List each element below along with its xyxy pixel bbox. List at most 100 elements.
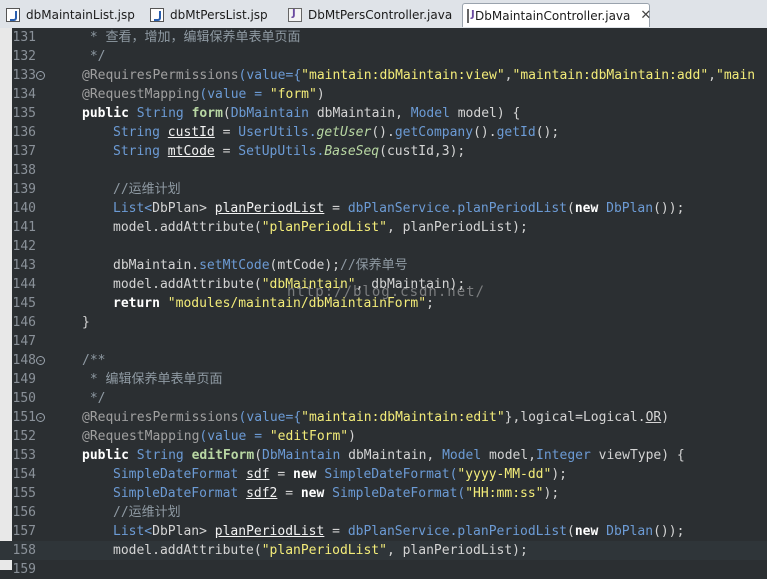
code-line[interactable]: 131 * 查看，增加，编辑保养单表单页面 (0, 28, 767, 47)
code-line[interactable]: 146 } (0, 313, 767, 332)
string-literal: "HH:mm:ss" (465, 486, 544, 501)
code-line[interactable]: 155 SimpleDateFormat sdf2 = new SimpleDa… (0, 484, 767, 503)
line-number: 138 (12, 163, 36, 178)
blog-watermark: http://blog.csdn.net/ (287, 284, 486, 300)
code-line[interactable]: 157 List<DbPlan> planPeriodList = dbPlan… (0, 522, 767, 541)
line-number: 157 (12, 524, 36, 539)
code-token: , planPeriodList); (386, 543, 528, 558)
method-name: editForm (191, 448, 255, 463)
tab-dbmaintainlist-jsp[interactable]: dbMaintainList.jsp (2, 3, 140, 27)
code-token: = (214, 144, 239, 159)
comment: //运维计划 (113, 182, 181, 197)
line-number: 144 (12, 277, 36, 292)
code-token: dbPlanService. (347, 524, 458, 539)
code-line[interactable]: 135 public String form(DbMaintain dbMain… (0, 104, 767, 123)
line-number: 132 (12, 49, 36, 64)
code-line[interactable]: 143 dbMaintain.setMtCode(mtCode);//保养单号 (0, 256, 767, 275)
code-token: List< (113, 524, 153, 539)
code-token: > (199, 524, 215, 539)
method-call: getUser (316, 125, 372, 140)
code-line[interactable]: 152 @RequestMapping(value = "editForm") (0, 427, 767, 446)
code-token: SimpleDateFormat( (324, 486, 466, 501)
fold-collapse-icon[interactable]: - (36, 413, 45, 422)
string-literal: "planPeriodList" (261, 220, 387, 235)
code-token: = (269, 467, 294, 482)
code-token: SimpleDateFormat (113, 467, 247, 482)
code-line[interactable]: 139 //运维计划 (0, 180, 767, 199)
code-token: dbMaintain, (309, 106, 411, 121)
code-token: ( (566, 201, 575, 216)
code-line[interactable]: 132 */ (0, 47, 767, 66)
editor-tab-bar: dbMaintainList.jsp dbMtPersList.jsp DbMt… (0, 0, 767, 29)
line-number: 146 (12, 315, 36, 330)
code-token: (value = (199, 429, 270, 444)
tab-dbmtperscontroller-java[interactable]: DbMtPersController.java (284, 3, 456, 27)
close-tab-icon[interactable]: ✕ (640, 8, 651, 23)
code-line[interactable]: 134 @RequestMapping(value = "form") (0, 85, 767, 104)
code-line[interactable]: 154 SimpleDateFormat sdf = new SimpleDat… (0, 465, 767, 484)
code-line[interactable]: 153 public String editForm(DbMaintain db… (0, 446, 767, 465)
code-token: = (277, 486, 301, 501)
code-token: Integer (536, 448, 591, 463)
code-token: model) { (449, 106, 521, 121)
code-token: viewType) { (590, 448, 685, 463)
method-name: form (191, 106, 223, 121)
annotation: @RequiresPermissions (82, 68, 239, 83)
method-call: planPeriodList (457, 201, 567, 216)
code-token: SimpleDateFormat( (316, 467, 458, 482)
code-token: (). (473, 125, 497, 140)
comment: */ (82, 49, 106, 64)
variable: planPeriodList (214, 201, 325, 216)
code-token: ) (316, 87, 325, 102)
comment: * 编辑保养单表单页面 (82, 372, 223, 387)
java-file-icon (288, 8, 302, 22)
comment: */ (82, 391, 106, 406)
fold-collapse-icon[interactable]: - (36, 71, 45, 80)
current-code-line[interactable]: 158 model.addAttribute("planPeriodList",… (0, 541, 767, 560)
code-line[interactable]: 140 List<DbPlan> planPeriodList = dbPlan… (0, 199, 767, 218)
string-literal: "main (716, 68, 756, 83)
code-token: (value = (199, 87, 270, 102)
code-token: (value={ (238, 410, 302, 425)
tab-dbmtperslist-jsp[interactable]: dbMtPersList.jsp (146, 3, 276, 27)
code-token: ( (566, 524, 575, 539)
code-line[interactable]: 142 (0, 237, 767, 256)
code-token: , (708, 68, 716, 83)
tab-label: DbMtPersController.java (308, 8, 453, 22)
line-number: 136 (12, 125, 36, 140)
code-line[interactable]: 150 */ (0, 389, 767, 408)
code-line[interactable]: 133 - @RequiresPermissions(value={"maint… (0, 66, 767, 85)
line-number: 155 (12, 486, 36, 501)
code-token: SimpleDateFormat (113, 486, 247, 501)
code-token: ) (348, 429, 356, 444)
fold-collapse-icon[interactable]: - (36, 356, 45, 365)
code-token: = (324, 524, 348, 539)
code-line[interactable]: 148 - /** (0, 351, 767, 370)
code-token: (custId,3); (379, 144, 466, 159)
code-line[interactable]: 151 - @RequiresPermissions(value={"maint… (0, 408, 767, 427)
code-token: OR (645, 410, 662, 425)
code-token: model.addAttribute( (113, 543, 262, 558)
code-line[interactable]: 138 (0, 161, 767, 180)
comment: /** (82, 353, 106, 368)
code-line[interactable]: 141 model.addAttribute("planPeriodList",… (0, 218, 767, 237)
tab-dbmaintaincontroller-java[interactable]: DbMaintainController.java ✕ (462, 3, 651, 27)
variable: sdf (246, 467, 270, 482)
line-number: 131 (12, 30, 36, 45)
code-line[interactable]: 156 //运维计划 (0, 503, 767, 522)
comment: //保养单号 (340, 258, 408, 273)
code-line[interactable]: 149 * 编辑保养单表单页面 (0, 370, 767, 389)
code-token: ); (551, 467, 567, 482)
code-line[interactable]: 136 String custId = UserUtils.getUser().… (0, 123, 767, 142)
code-token: Model (410, 106, 450, 121)
string-literal: "planPeriodList" (261, 543, 387, 558)
comment: //运维计划 (113, 505, 181, 520)
code-token: , planPeriodList); (386, 220, 528, 235)
code-line[interactable]: 137 String mtCode = SetUpUtils.BaseSeq(c… (0, 142, 767, 161)
code-token: String (113, 144, 168, 159)
line-number: 156 (12, 505, 36, 520)
code-token: dbPlanService. (347, 201, 458, 216)
code-line[interactable]: 147 (0, 332, 767, 351)
line-number: 154 (12, 467, 36, 482)
code-editor[interactable]: 131 * 查看，增加，编辑保养单表单页面 132 */ 133 - @Requ… (0, 28, 767, 577)
